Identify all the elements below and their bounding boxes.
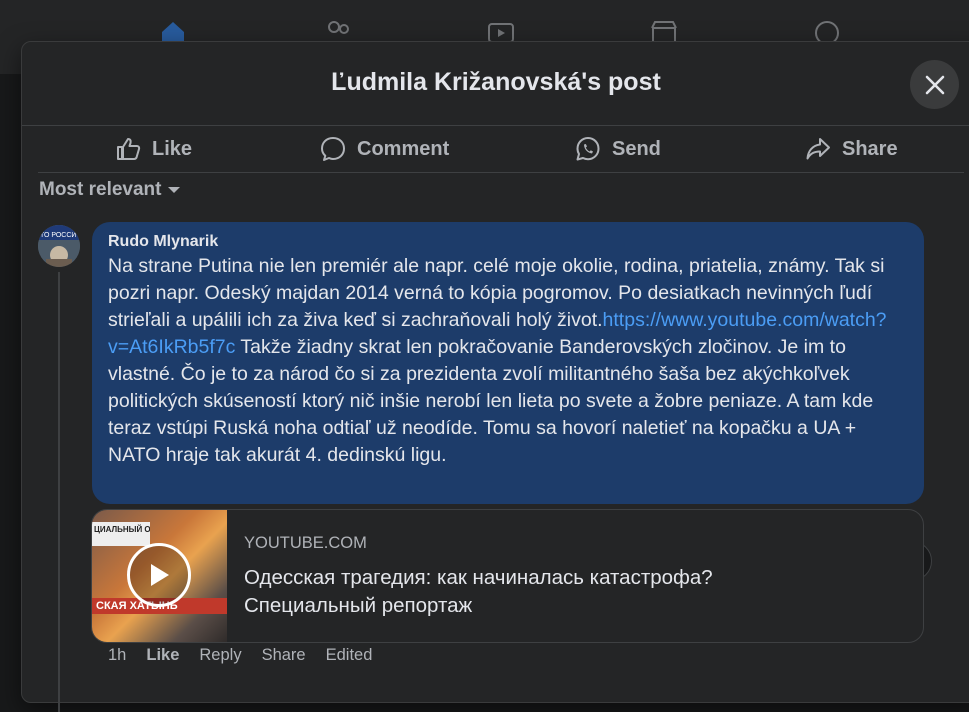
caret-down-icon (168, 187, 181, 193)
post-modal: Ľudmila Križanovská's post Like Comment (21, 41, 969, 712)
sort-label: Most relevant (39, 179, 162, 200)
send-label: Send (612, 137, 661, 160)
share-button[interactable]: Share (804, 126, 898, 172)
comment-reply-button[interactable]: Reply (199, 646, 241, 665)
send-button[interactable]: Send (574, 126, 661, 172)
comment-icon (321, 137, 345, 161)
comment-timestamp[interactable]: 1h (108, 646, 126, 665)
avatar-caption: ТО РОССИ (40, 232, 76, 239)
comment-label: Comment (357, 137, 450, 160)
video-thumbnail[interactable]: ЦИАЛЬНЫЙ ОРТАЖ СКАЯ ХАТЫНЬ (92, 510, 227, 642)
play-button[interactable] (127, 543, 191, 607)
whatsapp-icon (576, 137, 600, 161)
preview-title-line-1: Одесская трагедия: как начиналась катаст… (244, 566, 713, 589)
avatar[interactable]: ТО РОССИ (38, 225, 80, 267)
thumbs-up-icon (117, 138, 141, 160)
play-icon (151, 564, 169, 586)
modal-header: Ľudmila Križanovská's post (22, 42, 969, 126)
link-preview-card[interactable]: ЦИАЛЬНЫЙ ОРТАЖ СКАЯ ХАТЫНЬ YOUTUBE.COM О… (91, 509, 924, 643)
share-icon (806, 138, 830, 160)
comment-share-button[interactable]: Share (262, 646, 306, 665)
preview-title[interactable]: Одесская трагедия: как начиналась катаст… (244, 564, 804, 620)
post-action-bar: Like Comment Send Share (38, 126, 964, 173)
comment-button[interactable]: Comment (319, 126, 449, 172)
like-label: Like (152, 137, 193, 160)
comment-author[interactable]: Rudo Mlynarik (108, 233, 908, 251)
comment-meta: 1h Like Reply Share Edited (108, 646, 372, 665)
thumbnail-top-banner: ЦИАЛЬНЫЙ ОРТАЖ (92, 522, 174, 546)
close-button[interactable] (910, 60, 959, 109)
comment-like-button[interactable]: Like (146, 646, 179, 665)
comment-bubble: Rudo Mlynarik Na strane Putina nie len p… (92, 222, 924, 504)
edited-label: Edited (325, 646, 373, 664)
thumbnail-top-text: ЦИАЛЬНЫЙ ОРТАЖ (94, 525, 150, 534)
preview-source: YOUTUBE.COM (244, 534, 367, 552)
sort-comments-dropdown[interactable]: Most relevant (39, 179, 181, 201)
close-icon (925, 75, 944, 94)
modal-title: Ľudmila Križanovská's post (331, 68, 661, 96)
comment-text: Na strane Putina nie len premiér ale nap… (108, 253, 908, 469)
thread-line (58, 272, 60, 712)
preview-title-line-2: Специальный репортаж (244, 594, 473, 617)
like-button[interactable]: Like (114, 126, 192, 172)
share-label: Share (842, 137, 898, 160)
